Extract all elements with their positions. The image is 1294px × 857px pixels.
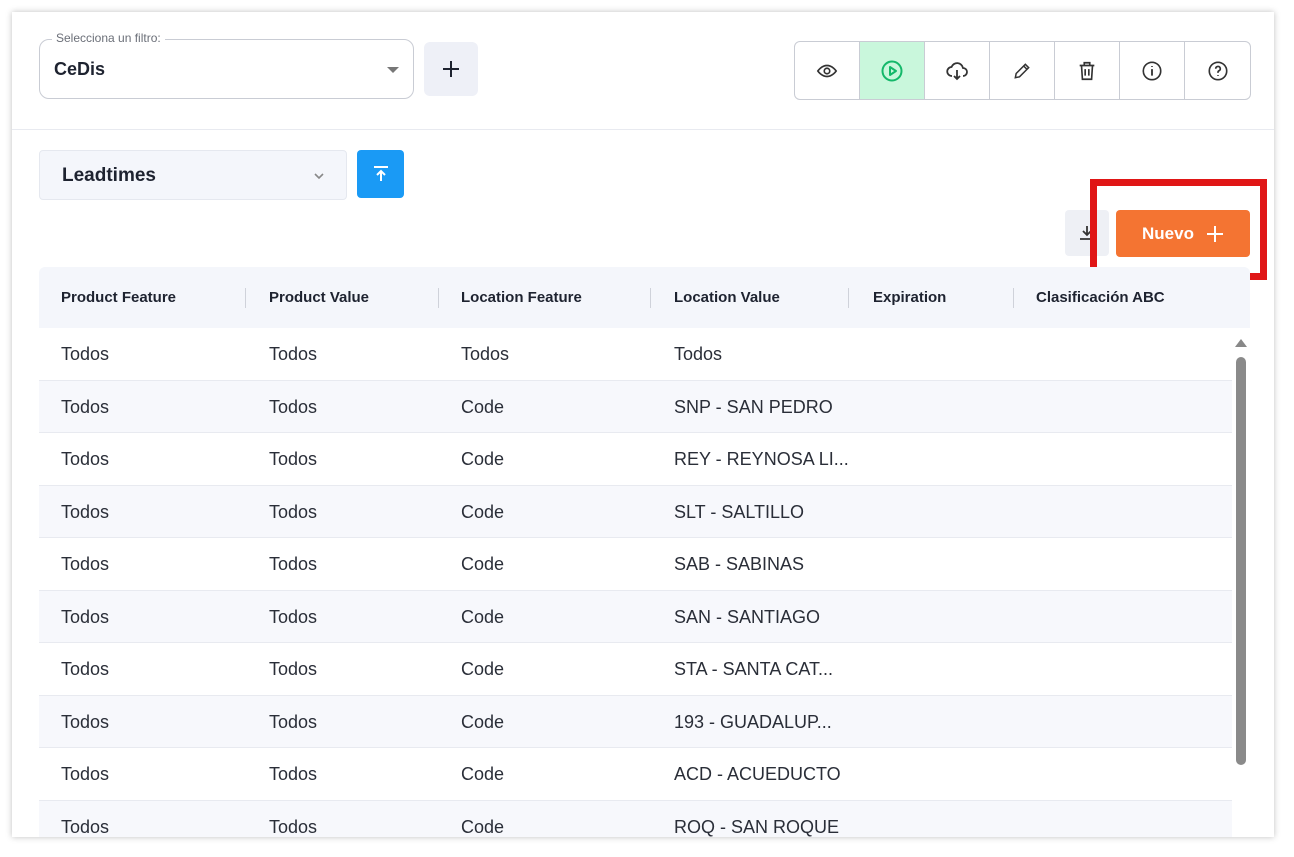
filter-label: Selecciona un filtro:: [52, 31, 165, 45]
table-body: Todos Todos Todos Todos Todos Todos Code…: [39, 328, 1232, 837]
table-header: Product Feature Product Value Location F…: [39, 267, 1250, 328]
column-header[interactable]: Product Feature: [61, 289, 176, 306]
eye-icon: [816, 64, 838, 77]
column-header[interactable]: Expiration: [873, 289, 946, 306]
table-row[interactable]: Todos Todos Code REY - REYNOSA LI...: [39, 433, 1232, 486]
filter-value: CeDis: [54, 59, 106, 79]
upload-button[interactable]: [357, 150, 404, 198]
table-cell: Todos: [269, 501, 318, 522]
table-cell: Todos: [269, 659, 318, 679]
column-header[interactable]: Location Value: [674, 289, 780, 306]
table-cell: REY - REYNOSA LI...: [674, 449, 849, 469]
table-cell: Todos: [269, 344, 318, 364]
run-button[interactable]: [860, 42, 925, 99]
help-button[interactable]: [1185, 42, 1250, 99]
table-cell: Code: [461, 554, 505, 574]
table-row[interactable]: Todos Todos Code 193 - GUADALUP...: [39, 695, 1232, 748]
add-filter-button[interactable]: [424, 42, 478, 96]
table-cell: Code: [461, 501, 505, 522]
table-cell: STA - SANTA CAT...: [674, 659, 834, 679]
column-header[interactable]: Product Value: [269, 289, 369, 306]
table-cell: Todos: [269, 396, 318, 417]
table-cell: Code: [461, 816, 505, 837]
cloud-download-button[interactable]: [925, 42, 990, 99]
table-row[interactable]: Todos Todos Code SNP - SAN PEDRO: [39, 380, 1232, 433]
chevron-down-icon: [314, 173, 324, 180]
table-cell: Code: [461, 606, 505, 627]
highlight-box: [1090, 179, 1267, 280]
column-separator[interactable]: [848, 288, 849, 308]
table-row[interactable]: Todos Todos Code SAB - SABINAS: [39, 538, 1232, 591]
table-cell: Todos: [61, 816, 110, 837]
scrollbar-thumb[interactable]: [1236, 357, 1246, 765]
table-cell: Todos: [269, 554, 318, 574]
table-row[interactable]: Todos Todos Code SLT - SALTILLO: [39, 485, 1232, 538]
table-cell: Todos: [61, 711, 110, 732]
delete-button[interactable]: [1055, 42, 1120, 99]
table-cell: Todos: [61, 659, 110, 679]
table-cell: Code: [461, 449, 505, 469]
table-cell: SNP - SAN PEDRO: [674, 396, 833, 417]
info-icon: [1142, 60, 1162, 81]
table-cell: Todos: [269, 816, 318, 837]
table-cell: SLT - SALTILLO: [674, 501, 805, 522]
table-select[interactable]: Leadtimes: [39, 150, 347, 200]
table-cell: Code: [461, 659, 505, 679]
column-header[interactable]: Location Feature: [461, 289, 582, 306]
table-cell: Todos: [61, 764, 110, 784]
table-cell: Todos: [61, 554, 110, 574]
column-header[interactable]: Clasificación ABC: [1036, 289, 1165, 306]
action-toolbar: [794, 41, 1251, 100]
scroll-up-arrow-icon[interactable]: [1235, 339, 1247, 347]
table-select-value: Leadtimes: [62, 165, 156, 186]
table-cell: Todos: [61, 344, 110, 364]
table-cell: Todos: [61, 449, 110, 469]
filter-bar: Selecciona un filtro: CeDis: [12, 12, 1274, 130]
column-separator[interactable]: [245, 288, 246, 308]
table-cell: Todos: [269, 449, 318, 469]
table-cell: ROQ - SAN ROQUE: [674, 816, 840, 837]
table-cell: Todos: [674, 344, 723, 364]
table-row[interactable]: Todos Todos Code STA - SANTA CAT...: [39, 643, 1232, 696]
table-cell: Todos: [61, 501, 110, 522]
table-cell: Code: [461, 711, 505, 732]
table-row[interactable]: Todos Todos Code ACD - ACUEDUCTO: [39, 748, 1232, 801]
column-separator[interactable]: [1013, 288, 1014, 308]
table-row[interactable]: Todos Todos Code SAN - SANTIAGO: [39, 590, 1232, 643]
plus-icon: [443, 61, 459, 77]
filter-select[interactable]: Selecciona un filtro: CeDis: [39, 31, 414, 99]
table-cell: Todos: [61, 606, 110, 627]
table-cell: Todos: [461, 344, 510, 364]
table-cell: SAB - SABINAS: [674, 554, 805, 574]
cloud-download-icon: [946, 61, 968, 80]
table-cell: Todos: [269, 606, 318, 627]
help-icon: [1207, 60, 1228, 81]
table-cell: Todos: [269, 711, 318, 732]
table-row[interactable]: Todos Todos Todos Todos: [39, 328, 1232, 381]
table-row[interactable]: Todos Todos Code ROQ - SAN ROQUE: [39, 800, 1232, 837]
column-separator[interactable]: [438, 288, 439, 308]
table-cell: SAN - SANTIAGO: [674, 606, 821, 627]
trash-icon: [1079, 61, 1095, 80]
table-cell: Code: [461, 764, 505, 784]
upload-icon: [373, 166, 388, 181]
play-circle-icon: [881, 60, 903, 81]
table-cell: Todos: [269, 764, 318, 784]
view-button[interactable]: [795, 42, 860, 99]
caret-down-icon: [387, 67, 399, 73]
info-button[interactable]: [1120, 42, 1185, 99]
table-cell: Code: [461, 396, 505, 417]
table-cell: Todos: [61, 396, 110, 417]
column-separator[interactable]: [650, 288, 651, 308]
table-cell: ACD - ACUEDUCTO: [674, 764, 841, 784]
pencil-icon: [1014, 62, 1030, 79]
table-cell: 193 - GUADALUP...: [674, 711, 832, 732]
edit-button[interactable]: [990, 42, 1055, 99]
main-card: Selecciona un filtro: CeDis Leadtimes Nu…: [12, 12, 1274, 837]
